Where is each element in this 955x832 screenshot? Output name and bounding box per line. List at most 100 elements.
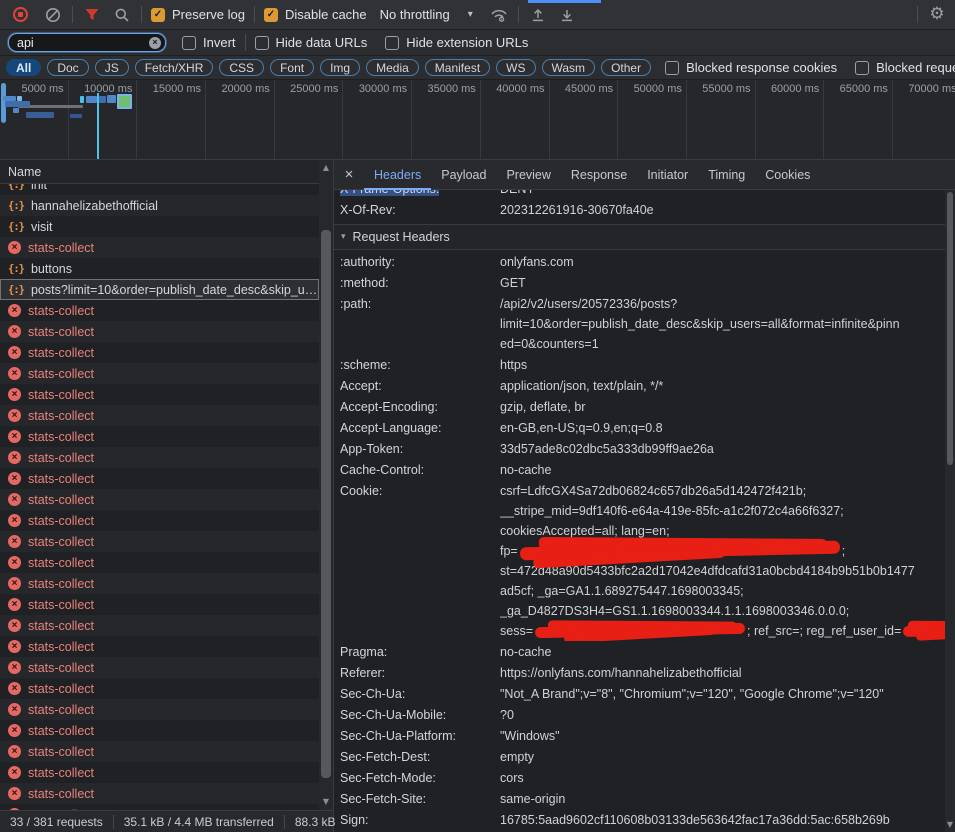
chevron-down-icon[interactable]: ▾ bbox=[468, 9, 473, 20]
request-row[interactable]: ×stats-collect bbox=[0, 615, 319, 636]
type-filter-fetch-xhr[interactable]: Fetch/XHR bbox=[135, 59, 214, 76]
hide-extension-urls-checkbox[interactable] bbox=[385, 36, 399, 50]
blocked-response-cookies-checkbox[interactable] bbox=[665, 61, 679, 75]
record-button[interactable] bbox=[10, 5, 30, 25]
request-row[interactable]: ×stats-collect bbox=[0, 741, 319, 762]
network-conditions-button[interactable] bbox=[489, 5, 509, 25]
type-filter-other[interactable]: Other bbox=[601, 59, 651, 76]
type-filter-wasm[interactable]: Wasm bbox=[542, 59, 596, 76]
request-row[interactable]: ×stats-collect bbox=[0, 636, 319, 657]
type-filter-all[interactable]: All bbox=[6, 59, 41, 76]
import-har-button[interactable] bbox=[528, 5, 548, 25]
gear-icon: ⚙ bbox=[929, 6, 944, 23]
request-row[interactable]: ×stats-collect bbox=[0, 363, 319, 384]
request-row[interactable]: ×stats-collect bbox=[0, 384, 319, 405]
tab-payload[interactable]: Payload bbox=[431, 160, 496, 190]
type-filter-font[interactable]: Font bbox=[270, 59, 314, 76]
search-button[interactable] bbox=[112, 5, 132, 25]
type-filter-media[interactable]: Media bbox=[366, 59, 419, 76]
request-row[interactable]: ×stats-collect bbox=[0, 342, 319, 363]
header-value-text: __stripe_mid=9df140f6-e64a-419e-85fc-a1c… bbox=[500, 504, 844, 518]
details-scrollbar[interactable]: ▼ bbox=[945, 190, 955, 832]
request-row[interactable]: ×stats-collect bbox=[0, 573, 319, 594]
request-row[interactable]: ×stats-collect bbox=[0, 489, 319, 510]
tab-initiator[interactable]: Initiator bbox=[637, 160, 698, 190]
blocked-response-cookies-toggle[interactable]: Blocked response cookies bbox=[665, 60, 837, 75]
scroll-down-icon[interactable]: ▼ bbox=[945, 819, 955, 831]
type-filter-manifest[interactable]: Manifest bbox=[425, 59, 490, 76]
waterfall-bar bbox=[86, 96, 97, 103]
tab-response[interactable]: Response bbox=[561, 160, 637, 190]
request-row[interactable]: ×stats-collect bbox=[0, 552, 319, 573]
scrollbar-thumb[interactable] bbox=[947, 192, 953, 465]
settings-button[interactable]: ⚙ bbox=[927, 5, 947, 25]
request-row[interactable]: ×stats-collect bbox=[0, 720, 319, 741]
error-icon: × bbox=[8, 325, 21, 338]
request-row[interactable]: {:}visit bbox=[0, 216, 319, 237]
request-row[interactable]: ×stats-collect bbox=[0, 510, 319, 531]
type-filter-js[interactable]: JS bbox=[95, 59, 129, 76]
filter-button[interactable] bbox=[82, 5, 102, 25]
type-filter-css[interactable]: CSS bbox=[219, 59, 264, 76]
preserve-log-toggle[interactable]: ✓ Preserve log bbox=[151, 7, 245, 22]
clear-button[interactable] bbox=[43, 5, 63, 25]
request-row[interactable]: {:}init bbox=[0, 184, 319, 195]
hide-extension-urls-toggle[interactable]: Hide extension URLs bbox=[385, 35, 528, 50]
disable-cache-toggle[interactable]: ✓ Disable cache bbox=[264, 7, 367, 22]
tab-preview[interactable]: Preview bbox=[496, 160, 560, 190]
request-row[interactable]: ×stats-collect bbox=[0, 531, 319, 552]
blocked-requests-checkbox[interactable] bbox=[855, 61, 869, 75]
request-row[interactable]: ×stats-collect bbox=[0, 783, 319, 804]
timeline-overview[interactable]: 5000 ms10000 ms15000 ms20000 ms25000 ms3… bbox=[0, 80, 955, 160]
export-har-button[interactable] bbox=[557, 5, 577, 25]
header-name-text: Cache-Control: bbox=[340, 463, 424, 477]
throttling-select[interactable]: No throttling bbox=[380, 7, 450, 22]
scrollbar-thumb[interactable] bbox=[321, 230, 331, 778]
request-row[interactable]: ×stats-collect bbox=[0, 300, 319, 321]
header-value-text: application/json, text/plain, */* bbox=[500, 379, 663, 393]
scroll-up-icon[interactable]: ▲ bbox=[319, 162, 333, 174]
tab-headers[interactable]: Headers bbox=[364, 160, 431, 190]
header-name: Sec-Fetch-Dest: bbox=[340, 747, 500, 767]
request-row[interactable]: ×stats-collect bbox=[0, 426, 319, 447]
request-row[interactable]: ×stats-collect bbox=[0, 321, 319, 342]
request-row[interactable]: ×stats-collect bbox=[0, 468, 319, 489]
preserve-log-checkbox[interactable]: ✓ bbox=[151, 8, 165, 22]
request-row[interactable]: ×stats-collect bbox=[0, 678, 319, 699]
request-row[interactable]: ×stats-collect bbox=[0, 237, 319, 258]
hide-data-urls-checkbox[interactable] bbox=[255, 36, 269, 50]
header-value-text: cors bbox=[500, 771, 524, 785]
scroll-down-icon[interactable]: ▼ bbox=[319, 796, 333, 808]
request-headers-section[interactable]: ▾Request Headers bbox=[334, 224, 945, 250]
close-details-button[interactable]: × bbox=[334, 166, 364, 183]
header-row: Sec-Ch-Ua:"Not_A Brand";v="8", "Chromium… bbox=[334, 684, 945, 704]
request-row[interactable]: {:}posts?limit=10&order=publish_date_des… bbox=[0, 279, 319, 300]
tab-cookies[interactable]: Cookies bbox=[755, 160, 820, 190]
request-row[interactable]: ×stats-collect bbox=[0, 657, 319, 678]
type-filter-img[interactable]: Img bbox=[320, 59, 360, 76]
request-row[interactable]: {:}hannahelizabethofficial bbox=[0, 195, 319, 216]
filter-input[interactable] bbox=[8, 33, 166, 52]
type-filter-ws[interactable]: WS bbox=[496, 59, 535, 76]
blocked-requests-toggle[interactable]: Blocked requests bbox=[855, 60, 955, 75]
requests-scrollbar[interactable]: ▲ ▼ bbox=[319, 160, 333, 810]
invert-checkbox[interactable] bbox=[182, 36, 196, 50]
request-row[interactable]: ×stats-collect bbox=[0, 447, 319, 468]
invert-toggle[interactable]: Invert bbox=[182, 35, 236, 50]
disable-cache-checkbox[interactable]: ✓ bbox=[264, 8, 278, 22]
request-row[interactable]: ×stats-collect bbox=[0, 699, 319, 720]
tab-timing[interactable]: Timing bbox=[698, 160, 755, 190]
name-column-header[interactable]: Name bbox=[0, 160, 333, 184]
section-label: Request Headers bbox=[353, 230, 450, 244]
request-row[interactable]: ×stats-collect bbox=[0, 594, 319, 615]
header-row: Accept-Language:en-GB,en-US;q=0.9,en;q=0… bbox=[334, 418, 945, 438]
type-filter-doc[interactable]: Doc bbox=[47, 59, 88, 76]
clear-filter-icon[interactable]: × bbox=[149, 37, 161, 49]
request-row[interactable]: {:}buttons bbox=[0, 258, 319, 279]
error-icon: × bbox=[8, 409, 21, 422]
request-row[interactable]: ×stats-collect bbox=[0, 762, 319, 783]
request-row[interactable]: ×stats-collect bbox=[0, 405, 319, 426]
timeline-tick: 25000 ms bbox=[275, 80, 344, 159]
header-value-line: ?0 bbox=[500, 705, 945, 725]
hide-data-urls-toggle[interactable]: Hide data URLs bbox=[255, 35, 368, 50]
